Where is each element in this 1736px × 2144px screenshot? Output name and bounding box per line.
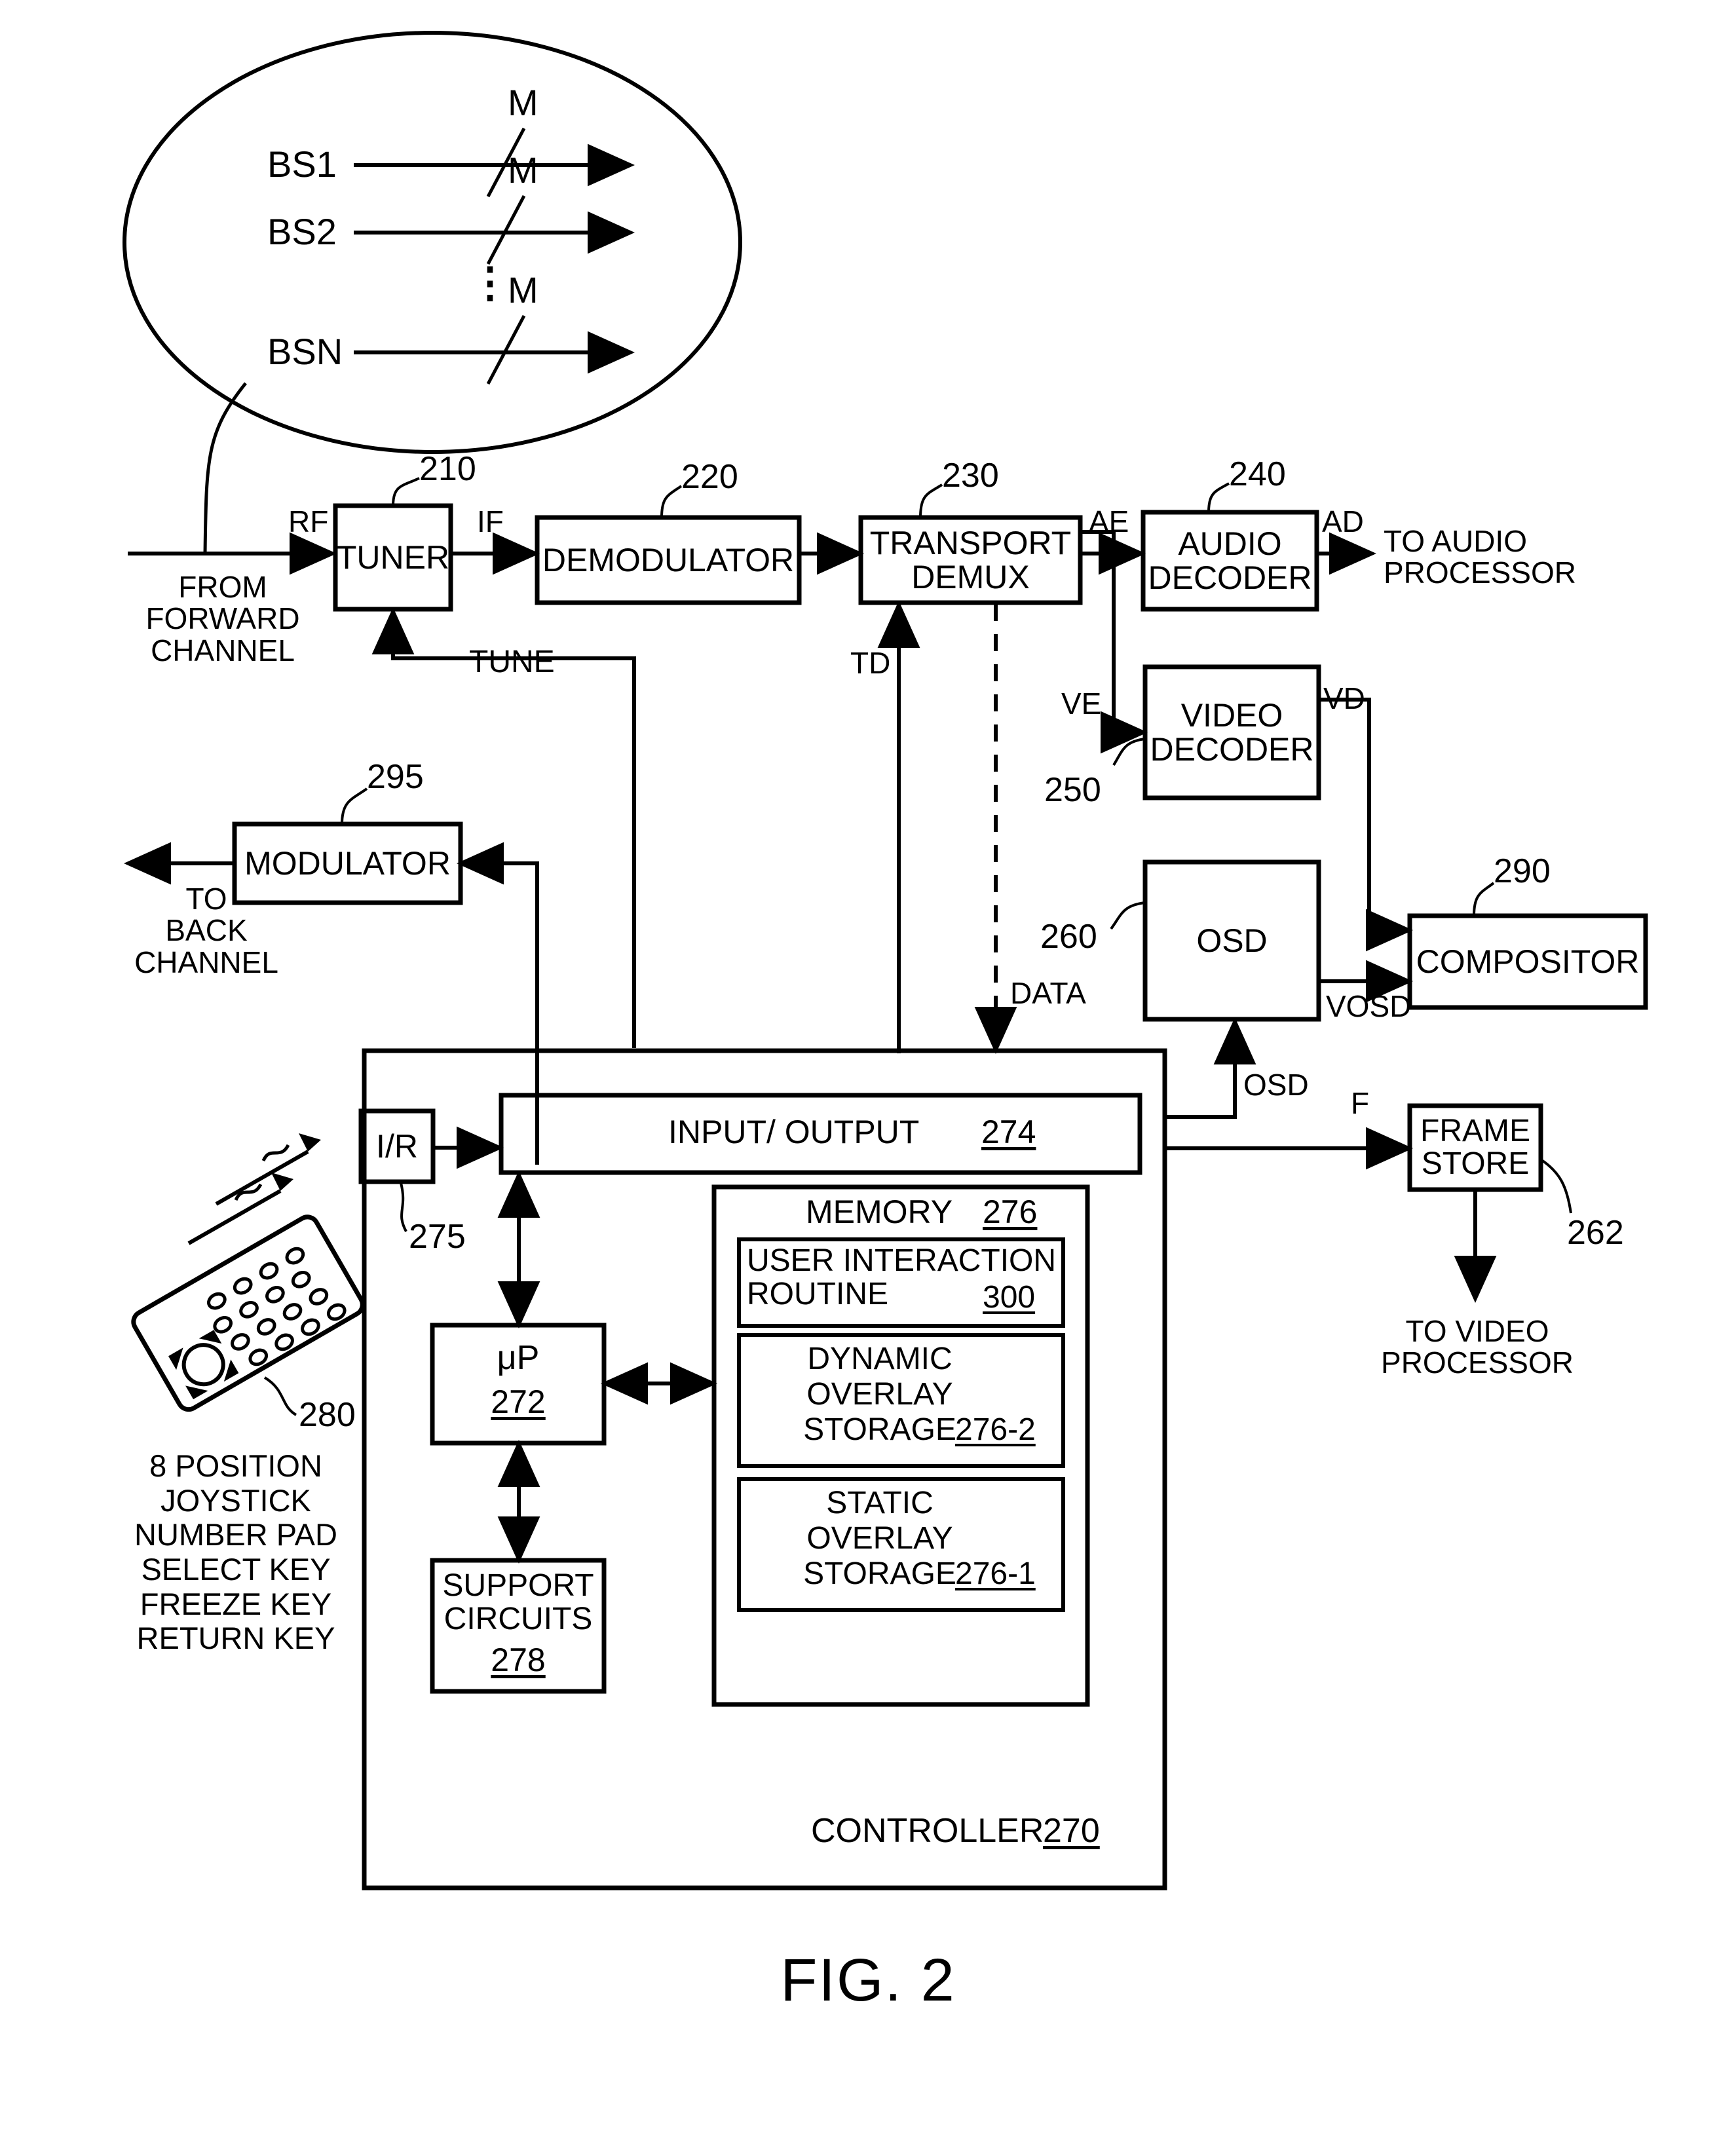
block-ref-compositor: 290 (1494, 852, 1551, 890)
figure-caption: FIG. 2 (780, 1947, 956, 2014)
block-ref-tuner: 210 (419, 450, 476, 488)
block-ref-frame-store: 262 (1567, 1214, 1624, 1252)
block-label-compositor[interactable]: COMPOSITOR (1410, 916, 1646, 1007)
signal-ad-label: AD (1322, 504, 1364, 538)
block-label-transport-demux[interactable]: TRANSPORT DEMUX (861, 517, 1080, 603)
memory-item-ref-static-overlay-storage: 276-1 (955, 1556, 1036, 1591)
block-ref-osd: 260 (1040, 918, 1097, 956)
microprocessor-label[interactable]: μP (432, 1340, 604, 1376)
stream-ellipsis: ⋮ (469, 259, 511, 306)
io-block-label[interactable]: INPUT/ OUTPUT (668, 1115, 919, 1150)
block-label-audio-decoder[interactable]: AUDIO DECODER (1143, 512, 1317, 609)
block-ref-modulator: 295 (367, 758, 424, 796)
figure-canvas: BS1 M BS2 M BSN M ⋮ FROM FORWARD CHANNEL… (0, 0, 1736, 2144)
signal-data-label: DATA (1010, 976, 1086, 1010)
microprocessor-ref: 272 (491, 1383, 546, 1420)
stream-mark-bs1: M (508, 82, 538, 123)
block-ref-remote-control: 280 (299, 1396, 356, 1434)
support-circuits-label[interactable]: SUPPORT CIRCUITS (432, 1569, 604, 1636)
support-circuits-ref: 278 (491, 1642, 546, 1678)
memory-label: MEMORY (806, 1194, 953, 1230)
controller-label: CONTROLLER (811, 1812, 1044, 1850)
block-label-video-decoder[interactable]: VIDEO DECODER (1145, 667, 1319, 798)
signal-ve-label: VE (1061, 686, 1102, 721)
block-ref-ir-receiver: 275 (409, 1218, 466, 1256)
memory-item-ref-user-interaction-routine: 300 (983, 1280, 1036, 1315)
stream-mark-bsn: M (508, 269, 538, 310)
block-label-demodulator[interactable]: DEMODULATOR (537, 517, 799, 603)
memory-item-ref-dynamic-overlay-storage: 276-2 (955, 1412, 1036, 1447)
stream-mark-bs2: M (508, 149, 538, 191)
block-ref-audio-decoder: 240 (1229, 455, 1286, 493)
block-ref-video-decoder: 250 (1044, 771, 1101, 809)
block-label-osd[interactable]: OSD (1145, 862, 1319, 1019)
block-label-frame-store[interactable]: FRAME STORE (1410, 1106, 1541, 1190)
block-ref-transport-demux: 230 (942, 457, 999, 495)
signal-if-label: IF (477, 504, 504, 538)
remote-features-label: 8 POSITION JOYSTICK NUMBER PAD SELECT KE… (134, 1448, 337, 1656)
stream-label-bsn: BSN (267, 331, 343, 372)
controller-ref: 270 (1043, 1812, 1100, 1850)
signal-f-label: F (1351, 1086, 1370, 1120)
signal-tune-label: TUNE (469, 645, 555, 679)
to-video-processor-label: TO VIDEO PROCESSOR (1381, 1314, 1574, 1380)
signal-rf-label: RF (288, 504, 329, 538)
block-label-ir-receiver[interactable]: I/R (361, 1111, 433, 1182)
io-block-ref: 274 (981, 1114, 1036, 1150)
stream-label-bs2: BS2 (267, 211, 337, 252)
memory-ref: 276 (983, 1194, 1038, 1230)
from-forward-channel-label: FROM FORWARD CHANNEL (145, 570, 300, 668)
signal-td-label: TD (850, 646, 891, 680)
signal-vd-label: VD (1323, 681, 1365, 715)
block-ref-demodulator: 220 (681, 458, 738, 496)
signal-ae-label: AE (1089, 504, 1129, 538)
block-label-tuner[interactable]: TUNER (335, 506, 451, 609)
block-label-modulator[interactable]: MODULATOR (235, 824, 461, 903)
to-audio-processor-label: TO AUDIO PROCESSOR (1384, 524, 1576, 590)
stream-label-bs1: BS1 (267, 143, 337, 185)
signal-vosd-label: VOSD (1326, 989, 1412, 1023)
signal-osd-label: OSD (1243, 1068, 1309, 1102)
